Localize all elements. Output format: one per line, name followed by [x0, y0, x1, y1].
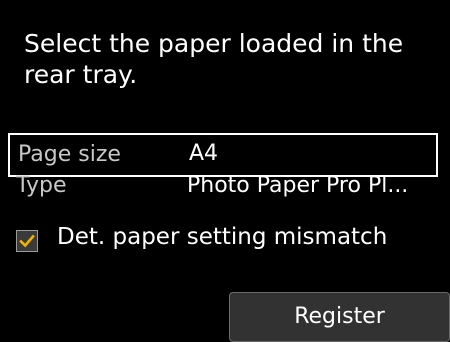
page-size-value: A4	[189, 141, 219, 166]
prompt-line-1: Select the paper loaded in the	[24, 29, 404, 58]
mismatch-checkbox[interactable]	[16, 230, 38, 252]
prompt-line-2: rear tray.	[24, 60, 138, 89]
register-button[interactable]: Register	[229, 292, 450, 342]
type-row[interactable]: Type Photo Paper Pro Pl...	[8, 164, 438, 204]
type-label: Type	[16, 173, 67, 198]
prompt-text: Select the paper loaded in the rear tray…	[24, 28, 424, 90]
mismatch-label: Det. paper setting mismatch	[57, 224, 388, 250]
type-value: Photo Paper Pro Pl...	[187, 173, 409, 198]
checkmark-icon	[19, 234, 35, 248]
mismatch-detection-row[interactable]: Det. paper setting mismatch	[16, 224, 436, 256]
